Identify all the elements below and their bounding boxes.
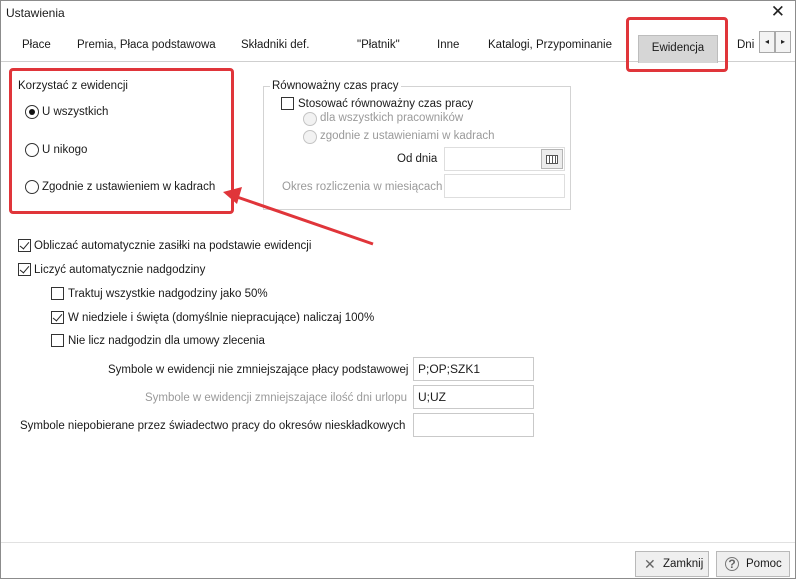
obliczac-checkbox[interactable] <box>18 239 31 252</box>
annotation-arrow-head <box>223 187 242 204</box>
od-dnia-label: Od dnia <box>397 153 438 165</box>
radio-zgodnie-z-ustawieniami-label: zgodnie z ustawieniami w kadrach <box>320 130 495 142</box>
title-bar: Ustawienia ✕ <box>1 1 795 25</box>
radio-u-nikogo-label: U nikogo <box>42 144 88 156</box>
tab-ewidencja[interactable]: Ewidencja <box>638 35 718 63</box>
radio-u-wszystkich[interactable] <box>25 105 39 119</box>
liczyc-label: Liczyć automatycznie nadgodziny <box>34 264 206 276</box>
rownowazny-legend: Równoważny czas pracy <box>270 80 401 92</box>
window-title: Ustawienia <box>6 6 65 20</box>
pomoc-label: Pomoc <box>746 558 782 570</box>
traktuj-checkbox[interactable] <box>51 287 64 300</box>
zamknij-button[interactable]: ✕ Zamknij <box>635 551 709 577</box>
niepobierane-field[interactable] <box>413 413 534 437</box>
tab-dni[interactable]: Dni <box>737 39 754 51</box>
niepobierane-label: Symbole niepobierane przez świadectwo pr… <box>20 420 406 432</box>
tab-platnik[interactable]: "Płatnik" <box>357 39 400 51</box>
tab-ewidencja-label: Ewidencja <box>651 42 705 54</box>
nie-licz-checkbox[interactable] <box>51 334 64 347</box>
footer-divider <box>1 542 795 543</box>
radio-u-nikogo[interactable] <box>25 143 39 157</box>
tab-scroll-right-icon[interactable]: ▸ <box>775 31 791 53</box>
close-window-icon[interactable]: ✕ <box>771 3 785 21</box>
tab-scroll-left-icon[interactable]: ◂ <box>759 31 775 53</box>
settings-window: Ustawienia ✕ Płace Premia, Płaca podstaw… <box>0 0 796 579</box>
calendar-icon <box>546 155 558 164</box>
nie-licz-label: Nie licz nadgodzin dla umowy zlecenia <box>68 335 265 347</box>
tab-premia[interactable]: Premia, Płaca podstawowa <box>77 39 216 51</box>
tab-inne[interactable]: Inne <box>437 39 459 51</box>
zamknij-label: Zamknij <box>663 558 704 570</box>
radio-dla-wszystkich[interactable] <box>303 112 317 126</box>
niezmniejszajace-field[interactable]: P;OP;SZK1 <box>413 357 534 381</box>
tab-strip: Płace Premia, Płaca podstawowa Składniki… <box>1 31 795 63</box>
niedziele-checkbox[interactable] <box>51 311 64 324</box>
help-icon: ? <box>725 557 739 571</box>
stosowac-checkbox[interactable] <box>281 97 294 110</box>
radio-zgodnie-z-ustawieniami[interactable] <box>303 130 317 144</box>
radio-dla-wszystkich-label: dla wszystkich pracowników <box>320 112 464 124</box>
niedziele-label: W niedziele i święta (domyślnie niepracu… <box>68 312 375 324</box>
okres-field[interactable] <box>444 174 565 198</box>
liczyc-checkbox[interactable] <box>18 263 31 276</box>
radio-zgodnie-z-kadrami[interactable] <box>25 180 39 194</box>
stosowac-label: Stosować równoważny czas pracy <box>298 98 474 110</box>
tab-katalogi[interactable]: Katalogi, Przypominanie <box>488 39 612 51</box>
okres-label: Okres rozliczenia w miesiącach <box>282 181 443 193</box>
niezmniejszajace-label: Symbole w ewidencji nie zmniejszające pł… <box>108 364 409 376</box>
calendar-button[interactable] <box>541 149 563 169</box>
radio-zgodnie-z-kadrami-label: Zgodnie z ustawieniem w kadrach <box>42 181 216 193</box>
tab-place[interactable]: Płace <box>22 39 51 51</box>
zmniejszajace-label: Symbole w ewidencji zmniejszające ilość … <box>145 392 408 404</box>
radio-u-wszystkich-label: U wszystkich <box>42 106 109 118</box>
close-icon: ✕ <box>644 556 656 572</box>
obliczac-label: Obliczać automatycznie zasiłki na podsta… <box>34 240 312 252</box>
zmniejszajace-field[interactable]: U;UZ <box>413 385 534 409</box>
tab-skladniki[interactable]: Składniki def. <box>241 39 309 51</box>
pomoc-button[interactable]: ? Pomoc <box>716 551 790 577</box>
traktuj-label: Traktuj wszystkie nadgodziny jako 50% <box>68 288 268 300</box>
korzystac-legend: Korzystać z ewidencji <box>18 80 128 92</box>
